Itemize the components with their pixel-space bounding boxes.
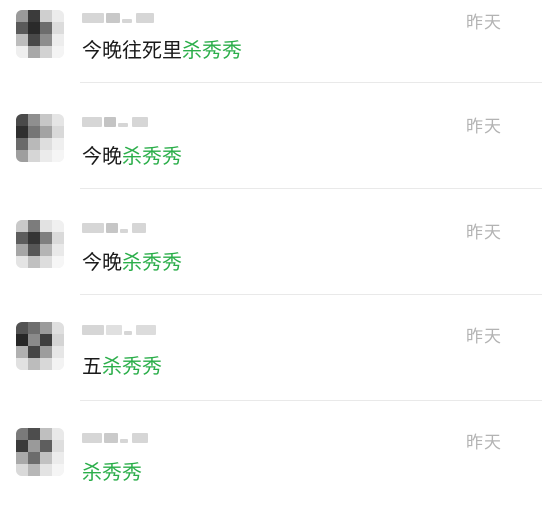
avatar[interactable] xyxy=(16,220,64,268)
avatar[interactable] xyxy=(16,114,64,162)
message-highlight: 杀秀秀 xyxy=(82,460,142,484)
message-text: 今晚往死里 xyxy=(82,38,182,62)
message-text: 今晚 xyxy=(82,144,122,168)
chat-row[interactable]: 昨天 杀秀秀 xyxy=(0,416,554,520)
contact-name xyxy=(82,430,162,446)
divider xyxy=(80,82,542,83)
message-time: 昨天 xyxy=(466,433,502,453)
chat-row[interactable]: 昨天 今晚杀秀秀 xyxy=(0,104,554,208)
avatar[interactable] xyxy=(16,428,64,476)
message-time: 昨天 xyxy=(466,117,502,137)
message-time: 昨天 xyxy=(466,223,502,243)
divider xyxy=(80,188,542,189)
message-text: 五 xyxy=(82,354,102,378)
avatar[interactable] xyxy=(16,322,64,370)
contact-name xyxy=(82,322,162,338)
divider xyxy=(80,400,542,401)
message-preview: 今晚往死里杀秀秀 xyxy=(82,34,242,63)
message-time: 昨天 xyxy=(466,327,502,347)
contact-name xyxy=(82,114,162,130)
message-highlight: 杀秀秀 xyxy=(122,144,182,168)
message-highlight: 杀秀秀 xyxy=(102,354,162,378)
chat-row[interactable]: 昨天 今晚往死里杀秀秀 xyxy=(0,0,554,104)
chat-row[interactable]: 昨天 今晚杀秀秀 xyxy=(0,208,554,312)
message-preview: 今晚杀秀秀 xyxy=(82,140,182,169)
divider xyxy=(80,294,542,295)
message-preview: 杀秀秀 xyxy=(82,456,142,485)
contact-name xyxy=(82,220,162,236)
chat-list: 昨天 今晚往死里杀秀秀 昨天 今晚杀秀秀 昨天 今晚杀秀秀 昨天 五杀秀秀 昨天… xyxy=(0,0,554,498)
message-preview: 今晚杀秀秀 xyxy=(82,246,182,275)
message-text: 今晚 xyxy=(82,250,122,274)
message-time: 昨天 xyxy=(466,13,502,33)
message-preview: 五杀秀秀 xyxy=(82,350,162,379)
message-highlight: 杀秀秀 xyxy=(122,250,182,274)
contact-name xyxy=(82,10,162,26)
message-highlight: 杀秀秀 xyxy=(182,38,242,62)
avatar[interactable] xyxy=(16,10,64,58)
